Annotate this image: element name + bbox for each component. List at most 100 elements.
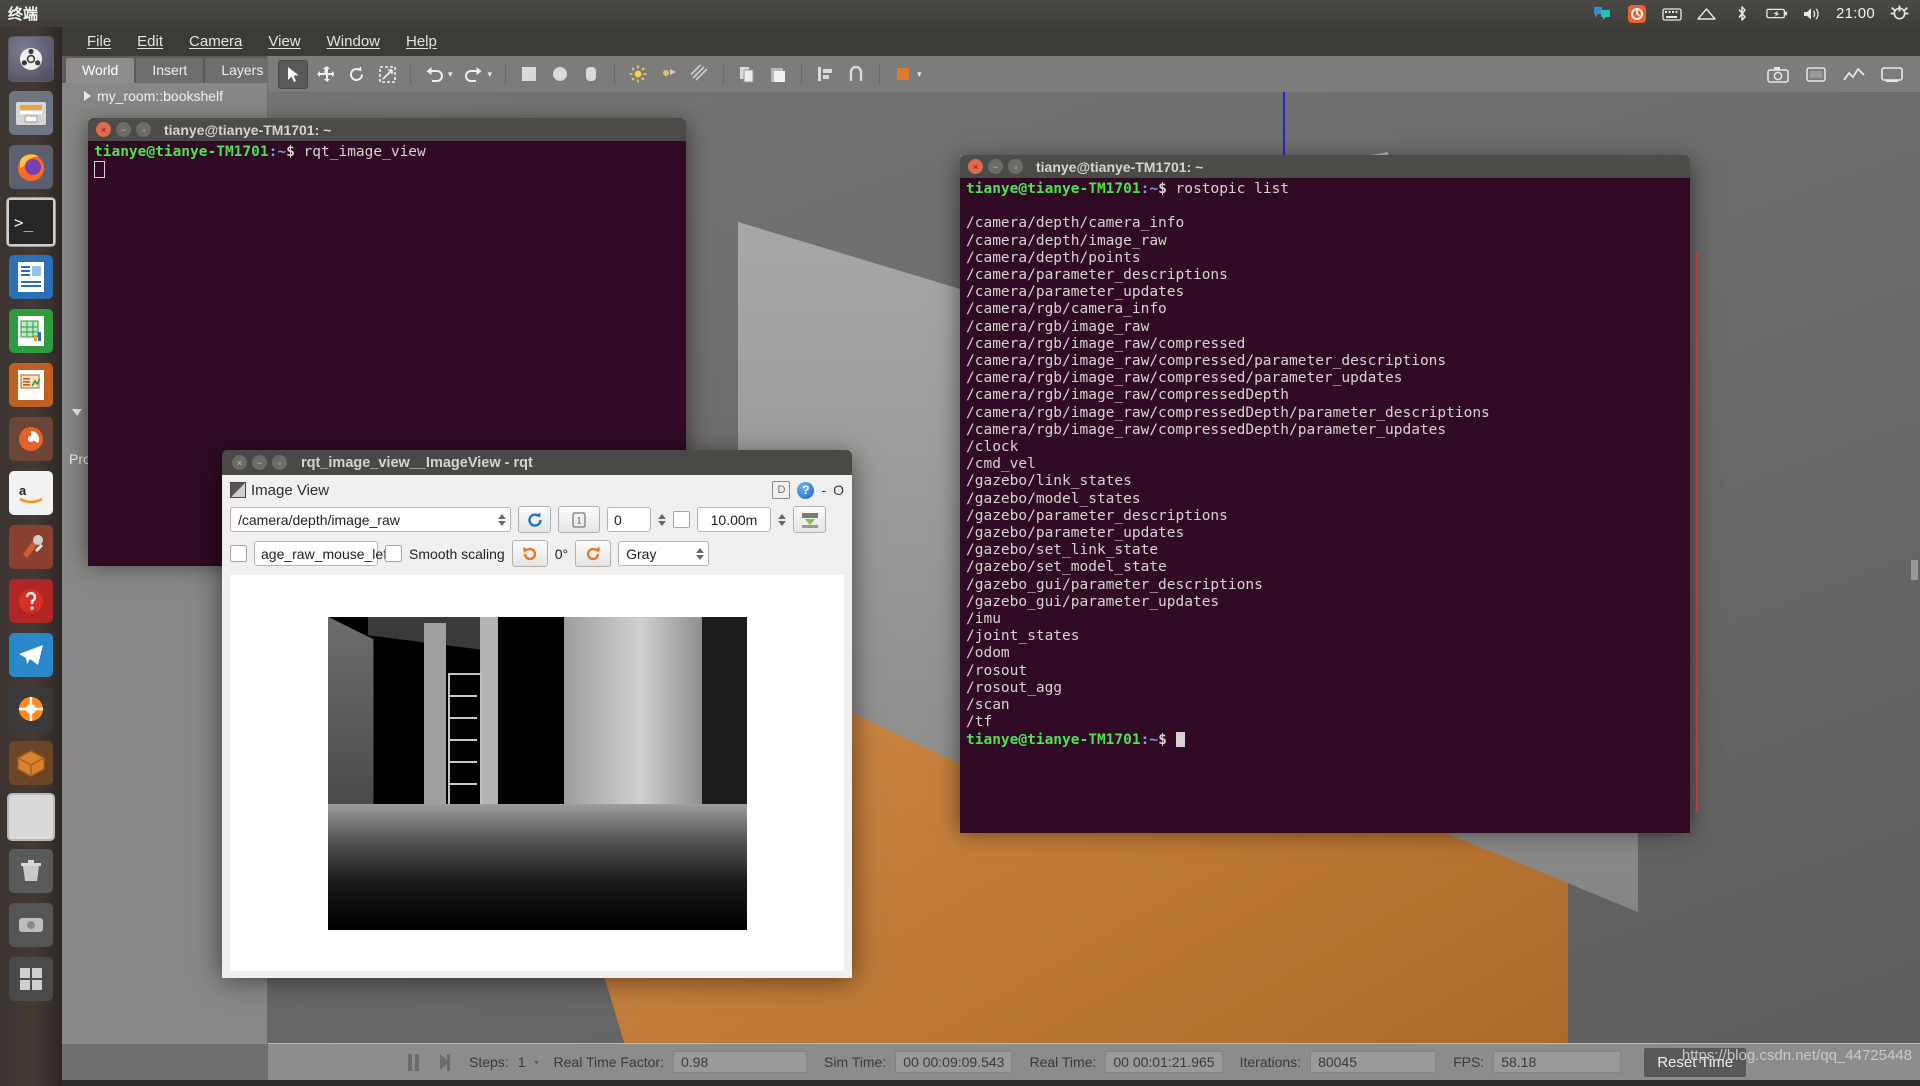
snap-icon[interactable] <box>842 61 870 88</box>
collapse-triangle-icon[interactable] <box>72 409 82 434</box>
pause-icon[interactable] <box>408 1053 419 1071</box>
tree-item-bookshelf[interactable]: my_room::bookshelf <box>62 83 267 109</box>
firefox-icon[interactable] <box>7 143 55 191</box>
undo-icon[interactable] <box>420 61 448 88</box>
help-icon[interactable] <box>7 577 55 625</box>
ubuntu-software-icon[interactable] <box>7 415 55 463</box>
menu-view[interactable]: View <box>255 30 313 53</box>
libreoffice-writer-icon[interactable] <box>7 253 55 301</box>
refresh-topics-button[interactable] <box>518 506 551 533</box>
directional-light-icon[interactable] <box>686 61 714 88</box>
point-light-icon[interactable] <box>624 61 652 88</box>
input-method-icon[interactable] <box>1591 4 1613 24</box>
system-update-icon[interactable] <box>1626 4 1648 24</box>
minimize-icon[interactable]: − <box>252 455 267 470</box>
menu-edit[interactable]: Edit <box>124 30 176 53</box>
copy-icon[interactable] <box>733 61 761 88</box>
terminal-front-titlebar[interactable]: × − ▫ tianye@tianye-TM1701: ~ <box>960 155 1690 178</box>
workspace-icon[interactable] <box>7 955 55 1003</box>
terminal-front-body[interactable]: tianye@tianye-TM1701:~$ rostopic list /c… <box>960 178 1690 833</box>
expand-triangle-icon[interactable] <box>84 91 91 101</box>
log-record-icon[interactable] <box>1802 61 1830 88</box>
plot-icon[interactable] <box>1840 61 1868 88</box>
redo-caret-icon[interactable]: ▾ <box>488 69 493 80</box>
amazon-icon[interactable]: a <box>7 469 55 517</box>
rotate-left-icon[interactable] <box>511 540 548 567</box>
libreoffice-calc-icon[interactable] <box>7 307 55 355</box>
image-view-canvas[interactable] <box>230 575 844 971</box>
steps-caret-icon[interactable]: ▾ <box>535 1058 539 1067</box>
bluetooth-icon[interactable] <box>1731 4 1753 24</box>
colormap-select[interactable]: Gray <box>618 541 710 566</box>
menu-window[interactable]: Window <box>314 30 393 53</box>
maximize-icon[interactable]: ▫ <box>272 455 287 470</box>
terminal-window-front[interactable]: × − ▫ tianye@tianye-TM1701: ~ tianye@tia… <box>960 155 1690 833</box>
screenshot-icon[interactable] <box>1764 61 1792 88</box>
terminal-back-titlebar[interactable]: × − ▫ tianye@tianye-TM1701: ~ <box>88 118 686 141</box>
dynamic-range-checkbox[interactable] <box>673 511 690 528</box>
translate-move-icon[interactable] <box>311 61 339 88</box>
disk-icon[interactable] <box>7 901 55 949</box>
system-clock[interactable]: 21:00 <box>1836 5 1875 22</box>
save-image-button[interactable] <box>793 506 826 533</box>
display-icon[interactable] <box>1878 61 1906 88</box>
redo-icon[interactable] <box>460 61 488 88</box>
system-settings-icon[interactable] <box>7 523 55 571</box>
power-gear-icon[interactable] <box>1888 4 1910 24</box>
close-icon[interactable]: × <box>96 122 111 137</box>
spot-light-icon[interactable] <box>655 61 683 88</box>
steps-value[interactable]: 1 <box>518 1054 526 1070</box>
ubuntu-dash-icon[interactable] <box>7 35 55 83</box>
publish-mouse-checkbox[interactable] <box>230 545 247 562</box>
box-shape-icon[interactable] <box>515 61 543 88</box>
minimize-icon[interactable]: − <box>988 159 1003 174</box>
paste-icon[interactable] <box>764 61 792 88</box>
rotate-icon[interactable] <box>342 61 370 88</box>
sphere-shape-icon[interactable] <box>546 61 574 88</box>
close-icon[interactable]: × <box>232 455 247 470</box>
rotate-right-icon[interactable] <box>575 540 612 567</box>
menu-camera[interactable]: Camera <box>176 30 255 53</box>
maximize-icon[interactable]: ▫ <box>136 122 151 137</box>
panel-close-icon[interactable]: O <box>833 482 844 498</box>
panel-minimize-icon[interactable]: - <box>821 482 826 498</box>
volume-icon[interactable] <box>1801 4 1823 24</box>
network-wifi-icon[interactable] <box>1696 4 1718 24</box>
trash-icon[interactable] <box>7 847 55 895</box>
publish-index-input[interactable]: 0 <box>607 507 651 532</box>
view-caret-icon[interactable]: ▾ <box>917 69 922 80</box>
tab-world[interactable]: World <box>66 58 135 83</box>
rqt-image-view-window[interactable]: × − ▫ rqt_image_view__ImageView - rqt Im… <box>222 450 852 978</box>
change-view-icon[interactable] <box>889 61 917 88</box>
rqt-titlebar[interactable]: × − ▫ rqt_image_view__ImageView - rqt <box>222 450 852 475</box>
max-range-spinner[interactable] <box>778 513 786 526</box>
select-arrow-icon[interactable] <box>278 59 308 89</box>
topic-select-arrows[interactable] <box>490 513 506 526</box>
max-range-input[interactable]: 10.00m <box>697 507 771 532</box>
scale-icon[interactable] <box>373 61 401 88</box>
smooth-scaling-checkbox[interactable] <box>385 545 402 562</box>
terminal-window-icon[interactable] <box>7 793 55 841</box>
tab-insert[interactable]: Insert <box>136 58 204 83</box>
menu-help[interactable]: Help <box>393 30 450 53</box>
step-forward-icon[interactable] <box>440 1053 450 1071</box>
undo-caret-icon[interactable]: ▾ <box>448 69 453 80</box>
menu-file[interactable]: File <box>74 30 124 53</box>
keyboard-icon[interactable] <box>1661 4 1683 24</box>
colormap-arrows[interactable] <box>688 547 705 560</box>
libreoffice-impress-icon[interactable] <box>7 361 55 409</box>
minimize-icon[interactable]: − <box>116 122 131 137</box>
mouse-topic-input[interactable]: age_raw_mouse_left <box>254 541 391 566</box>
maximize-icon[interactable]: ▫ <box>1008 159 1023 174</box>
topic-select[interactable]: /camera/depth/image_raw <box>230 507 511 532</box>
help-icon[interactable]: ? <box>797 481 815 499</box>
telegram-icon[interactable] <box>7 631 55 679</box>
battery-icon[interactable] <box>1766 4 1788 24</box>
align-icon[interactable] <box>811 61 839 88</box>
publish-index-spinner[interactable] <box>658 513 666 526</box>
files-icon[interactable] <box>7 89 55 137</box>
gazebo-icon[interactable] <box>7 685 55 733</box>
terminal-icon[interactable]: >_ <box>6 197 56 247</box>
cylinder-shape-icon[interactable] <box>577 61 605 88</box>
blender-icon[interactable] <box>7 739 55 787</box>
